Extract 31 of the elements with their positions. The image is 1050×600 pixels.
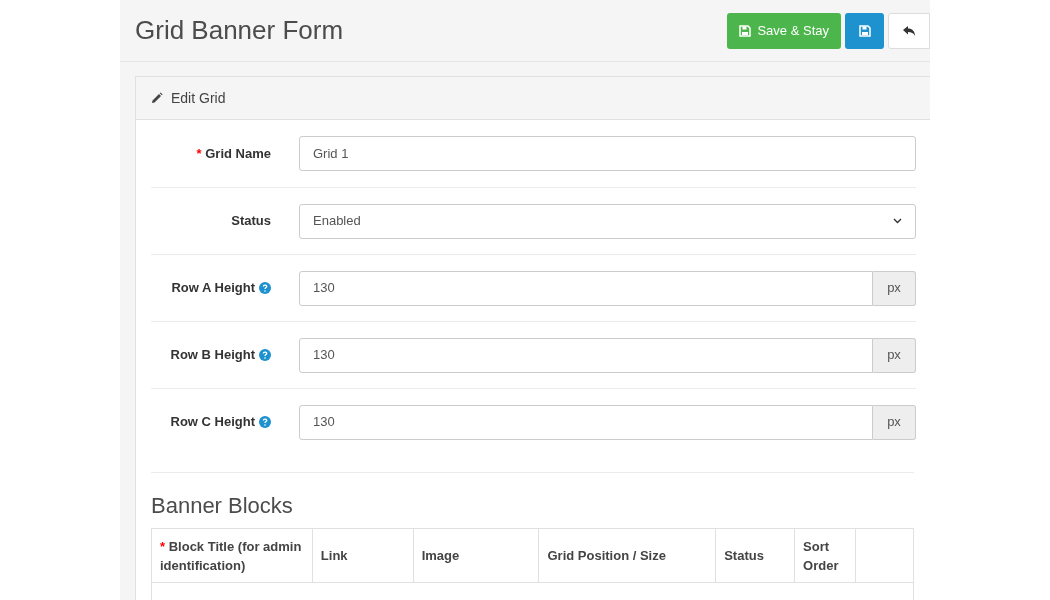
column-header: Status <box>724 548 764 563</box>
help-icon[interactable] <box>259 349 271 361</box>
unit-addon: px <box>873 270 916 306</box>
save-icon <box>858 24 871 37</box>
column-header: Image <box>421 548 460 563</box>
input-field[interactable]: 130 <box>299 404 873 440</box>
section-title: Banner Blocks <box>151 492 294 520</box>
pencil-icon <box>151 92 163 104</box>
field-label: Status <box>231 212 271 231</box>
field-label: * Grid Name <box>196 144 271 163</box>
column-header: Grid Position / Size <box>547 548 666 563</box>
input-field[interactable]: 130 <box>299 337 873 373</box>
column-header: Link <box>320 548 348 563</box>
help-icon[interactable] <box>259 416 271 428</box>
unit-addon: px <box>873 337 916 373</box>
input-field[interactable]: 130 <box>299 270 873 306</box>
field-label: Row B Height <box>170 346 255 365</box>
help-icon[interactable] <box>259 282 271 294</box>
unit-addon: px <box>873 404 916 440</box>
field-label: Row A Height <box>171 279 255 298</box>
input-field[interactable]: Grid 1 <box>299 136 916 171</box>
back-button[interactable] <box>888 12 930 49</box>
page-title: Grid Banner Form <box>135 14 344 47</box>
field-label: Row C Height <box>170 413 255 432</box>
column-header: * Block Title (for admin identification) <box>160 538 302 573</box>
chevron-down-icon <box>893 218 902 224</box>
panel-title: Edit Grid <box>171 88 226 108</box>
undo-arrow-icon <box>902 24 916 37</box>
save-icon <box>739 24 752 37</box>
status-select[interactable]: Enabled <box>299 203 916 239</box>
column-header: Sort Order <box>803 538 839 573</box>
